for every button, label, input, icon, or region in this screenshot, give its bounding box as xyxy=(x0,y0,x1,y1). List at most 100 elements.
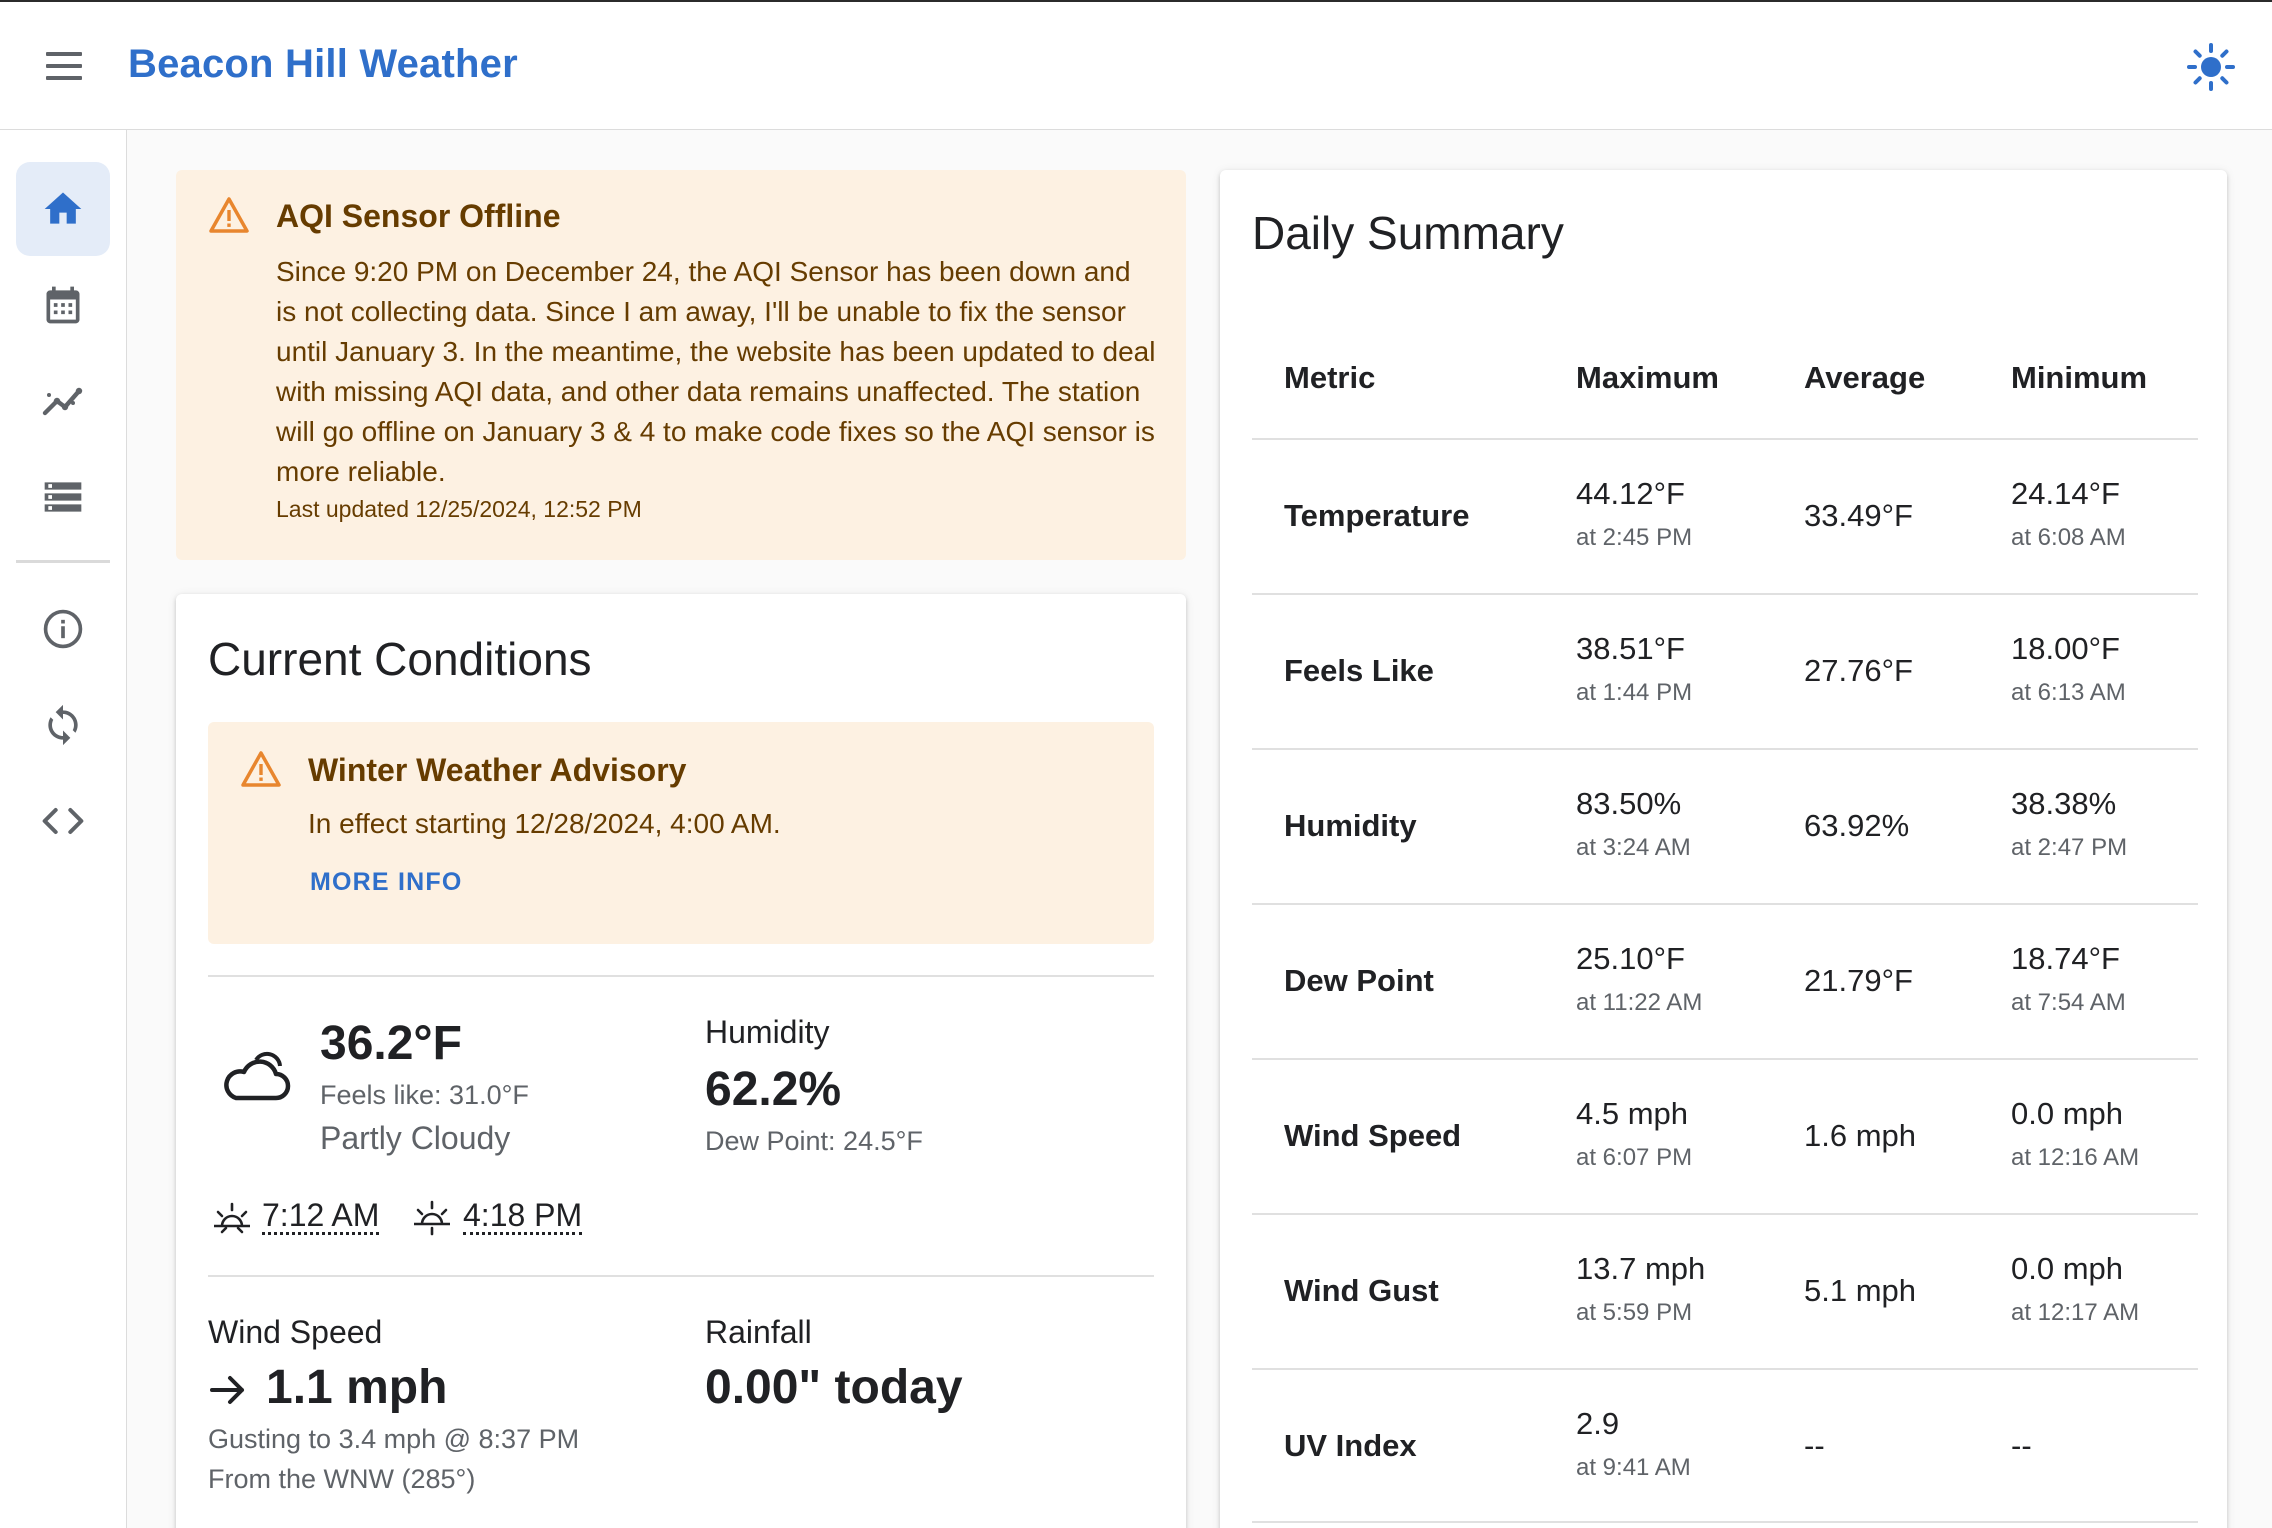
alert-updated: Last updated 12/25/2024, 12:52 PM xyxy=(276,496,642,522)
row-max: 4.5 mph xyxy=(1576,1096,1689,1131)
row-metric: Wind Gust xyxy=(1284,1273,1439,1308)
temperature-value: 36.2°F xyxy=(320,1017,462,1070)
wind-speed-value: 1.1 mph xyxy=(266,1361,448,1414)
row-min-time: at 6:13 AM xyxy=(2011,679,2126,706)
nav-data[interactable] xyxy=(16,450,110,544)
rainfall-label: Rainfall xyxy=(705,1314,812,1350)
menu-icon xyxy=(46,52,82,56)
row-max-time: at 2:45 PM xyxy=(1576,524,1693,551)
rainfall-value: 0.00" today xyxy=(705,1361,963,1414)
info-icon xyxy=(43,609,83,649)
warning-icon xyxy=(209,197,249,233)
sync-icon xyxy=(48,704,78,746)
humidity-label: Humidity xyxy=(705,1014,830,1050)
winter-advisory: Winter Weather Advisory In effect starti… xyxy=(208,722,1154,944)
more-info-link[interactable]: MORE INFO xyxy=(310,868,462,897)
row-avg: 33.49°F xyxy=(1804,498,1913,533)
partly-cloudy-icon xyxy=(224,1051,291,1101)
row-metric: UV Index xyxy=(1284,1428,1417,1463)
storage-icon xyxy=(44,482,82,512)
row-avg: 1.6 mph xyxy=(1804,1118,1917,1153)
row-min: -- xyxy=(2011,1428,2032,1463)
row-max-time: at 3:24 AM xyxy=(1576,834,1691,861)
menu-button[interactable] xyxy=(40,46,88,86)
nav-divider xyxy=(16,560,110,563)
header-maximum: Maximum xyxy=(1576,360,1719,395)
divider xyxy=(208,975,1154,977)
row-min: 24.14°F xyxy=(2011,476,2120,511)
calendar-icon xyxy=(46,286,80,324)
row-min: 0.0 mph xyxy=(2011,1251,2124,1286)
wind-gust: Gusting to 3.4 mph @ 8:37 PM xyxy=(208,1424,580,1454)
row-avg: 27.76°F xyxy=(1804,653,1913,688)
nav-about[interactable] xyxy=(16,582,110,676)
row-min: 18.00°F xyxy=(2011,631,2120,666)
home-icon xyxy=(44,192,82,224)
row-metric: Wind Speed xyxy=(1284,1118,1462,1153)
code-icon xyxy=(42,807,84,835)
nav-refresh[interactable] xyxy=(16,678,110,772)
table-row: UV Index 2.9 at 9:41 AM -- -- xyxy=(1252,1368,2198,1523)
row-avg: 5.1 mph xyxy=(1804,1273,1917,1308)
row-max-time: at 1:44 PM xyxy=(1576,679,1693,706)
advisory-title: Winter Weather Advisory xyxy=(308,752,687,788)
sun-icon xyxy=(2187,43,2235,91)
row-max: 38.51°F xyxy=(1576,631,1685,666)
divider xyxy=(208,1275,1154,1277)
current-conditions-title: Current Conditions xyxy=(208,633,592,685)
trending-icon xyxy=(42,387,83,416)
app-title: Beacon Hill Weather xyxy=(128,42,518,86)
condition-text: Partly Cloudy xyxy=(320,1120,511,1156)
nav-calendar[interactable] xyxy=(16,258,110,352)
advisory-body: In effect starting 12/28/2024, 4:00 AM. xyxy=(308,808,781,839)
table-row: Dew Point 25.10°F at 11:22 AM 21.79°F 18… xyxy=(1252,903,2198,1058)
row-max-time: at 9:41 AM xyxy=(1576,1454,1691,1481)
row-metric: Feels Like xyxy=(1284,653,1434,688)
row-min: 18.74°F xyxy=(2011,941,2120,976)
row-max-time: at 5:59 PM xyxy=(1576,1299,1693,1326)
row-max: 2.9 xyxy=(1576,1406,1620,1441)
row-max-time: at 6:07 PM xyxy=(1576,1144,1693,1171)
row-max: 83.50% xyxy=(1576,786,1682,821)
wind-direction-arrow-icon xyxy=(210,1376,244,1404)
table-row: Wind Gust 13.7 mph at 5:59 PM 5.1 mph 0.… xyxy=(1252,1213,2198,1368)
nav-home[interactable] xyxy=(16,162,110,256)
row-metric: Dew Point xyxy=(1284,963,1434,998)
daily-summary-card: Daily Summary Metric Maximum Average Min… xyxy=(1220,170,2227,1528)
row-min-time: at 12:17 AM xyxy=(2011,1299,2140,1326)
table-row: Humidity 83.50% at 3:24 AM 63.92% 38.38%… xyxy=(1252,748,2198,903)
humidity-value: 62.2% xyxy=(705,1063,842,1116)
row-avg: 21.79°F xyxy=(1804,963,1913,998)
theme-toggle-button[interactable] xyxy=(2186,42,2236,92)
row-min-time: at 2:47 PM xyxy=(2011,834,2128,861)
aqi-alert: AQI Sensor Offline Since 9:20 PM on Dece… xyxy=(176,170,1186,560)
warning-icon xyxy=(241,751,281,787)
row-min: 0.0 mph xyxy=(2011,1096,2124,1131)
sunset-time[interactable]: 4:18 PM xyxy=(463,1198,583,1235)
sunset-icon xyxy=(414,1200,450,1236)
feels-like: Feels like: 31.0°F xyxy=(320,1080,529,1110)
current-conditions-card: Current Conditions Winter Weather Adviso… xyxy=(176,594,1186,1528)
header-metric: Metric xyxy=(1284,360,1376,395)
table-row: Temperature 44.12°F at 2:45 PM 33.49°F 2… xyxy=(1252,438,2198,593)
row-max-time: at 11:22 AM xyxy=(1576,989,1703,1016)
header-minimum: Minimum xyxy=(2011,360,2148,395)
row-min-time: at 6:08 AM xyxy=(2011,524,2126,551)
wind-direction: From the WNW (285°) xyxy=(208,1464,476,1494)
row-metric: Humidity xyxy=(1284,808,1417,843)
nav-trends[interactable] xyxy=(16,354,110,448)
sunrise-icon xyxy=(214,1202,250,1234)
header-average: Average xyxy=(1804,360,1926,395)
nav-source[interactable] xyxy=(16,774,110,868)
daily-summary-title: Daily Summary xyxy=(1252,207,1564,259)
row-min: 38.38% xyxy=(2011,786,2117,821)
sunrise-time[interactable]: 7:12 AM xyxy=(262,1198,380,1235)
row-max: 25.10°F xyxy=(1576,941,1685,976)
row-max: 13.7 mph xyxy=(1576,1251,1706,1286)
row-avg: -- xyxy=(1804,1428,1825,1463)
table-row: Wind Speed 4.5 mph at 6:07 PM 1.6 mph 0.… xyxy=(1252,1058,2198,1213)
row-min-time: at 12:16 AM xyxy=(2011,1144,2140,1171)
navigation-rail xyxy=(0,130,127,1528)
row-avg: 63.92% xyxy=(1804,808,1910,843)
table-row: Feels Like 38.51°F at 1:44 PM 27.76°F 18… xyxy=(1252,593,2198,748)
